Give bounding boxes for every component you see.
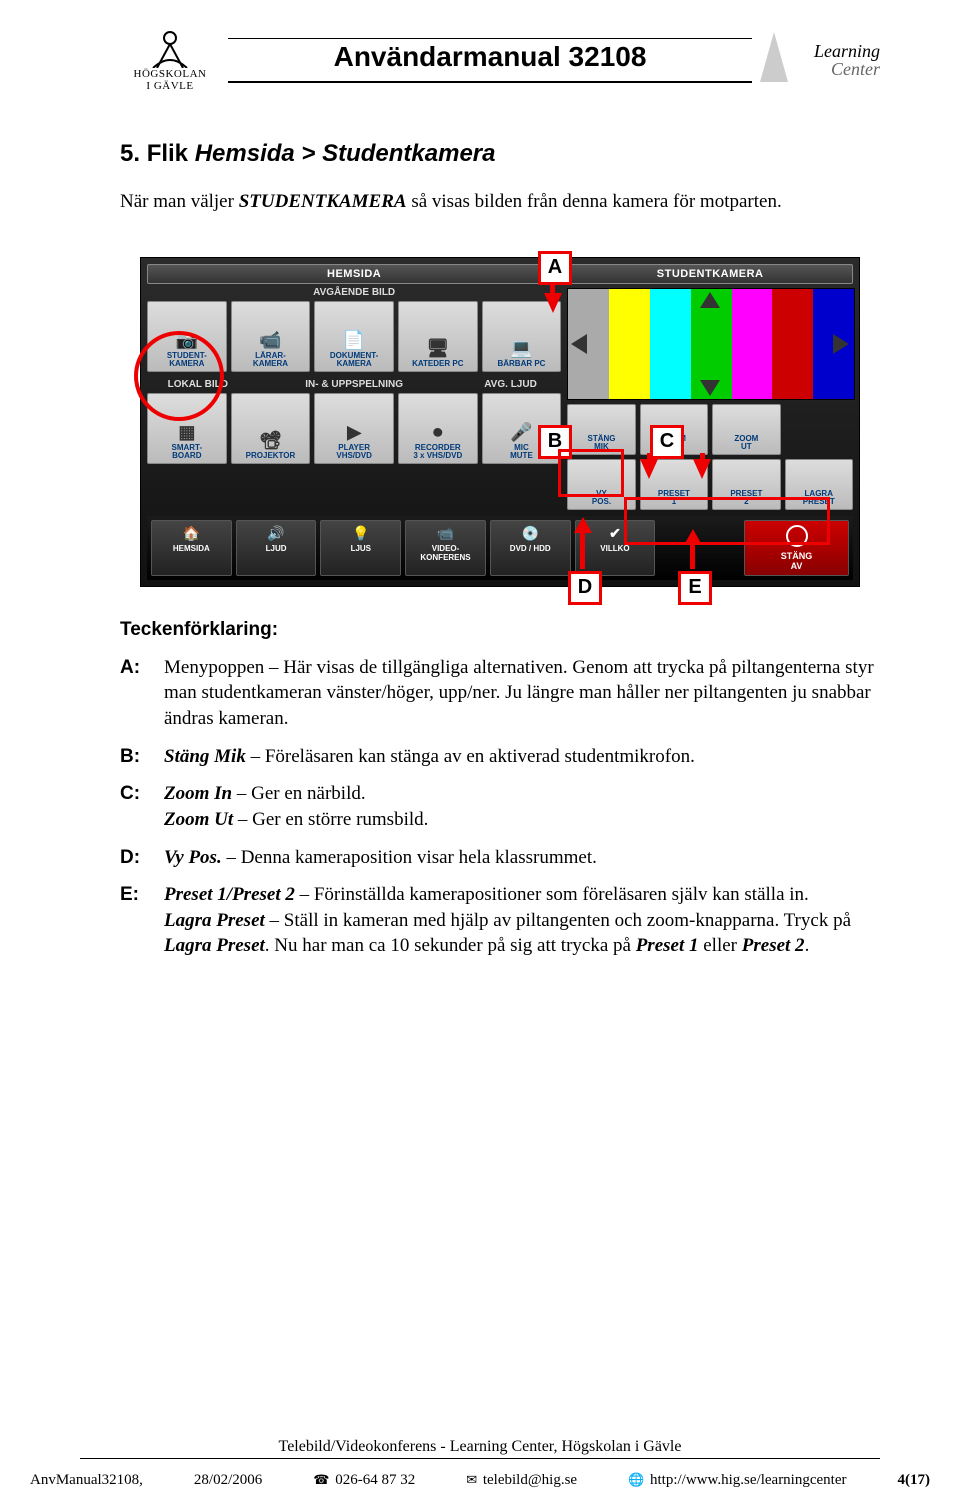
logo-text-2: I GÄVLE: [120, 80, 220, 92]
tab-studentkamera[interactable]: STUDENTKAMERA: [567, 264, 853, 284]
src-btn-1[interactable]: 📹LÄRAR- KAMERA: [231, 301, 311, 372]
legend-title: Teckenförklaring:: [120, 619, 880, 641]
footer-phone: 026-64 87 32: [335, 1472, 415, 1488]
nav-ljus[interactable]: 💡LJUS: [320, 520, 401, 576]
annotation-a: A: [538, 251, 572, 285]
legend-key: D:: [120, 839, 164, 877]
mid-btn-3[interactable]: ⏺RECORDER 3 x VHS/DVD: [398, 393, 478, 464]
mail-icon: ✉: [466, 1472, 477, 1487]
highlight-b: [558, 449, 624, 497]
footer-page: 4(17): [898, 1472, 931, 1489]
legend-table: A:Menypoppen – Här visas de tillgängliga…: [120, 649, 880, 965]
arrow-up-button[interactable]: [700, 292, 720, 308]
nav-hemsida[interactable]: 🏠HEMSIDA: [151, 520, 232, 576]
footer-date: 28/02/2006: [194, 1472, 262, 1489]
annotation-c: C: [650, 425, 684, 459]
legend-key: C:: [120, 775, 164, 838]
doc-header: HÖGSKOLAN I GÄVLE Användarmanual 32108 L…: [120, 20, 880, 100]
legend-text: Menypoppen – Här visas de tillgängliga a…: [164, 649, 880, 738]
highlight-circle: [134, 331, 224, 421]
globe-icon: 🌐: [628, 1472, 644, 1487]
nav-dvd / hdd[interactable]: 💿DVD / HDD: [490, 520, 571, 576]
src-btn-2[interactable]: 📄DOKUMENT- KAMERA: [314, 301, 394, 372]
cam-btn-r1-2[interactable]: ZOOM UT: [712, 404, 780, 455]
arrow-down-button[interactable]: [700, 380, 720, 396]
annotation-e: E: [678, 571, 712, 605]
footer-url: http://www.hig.se/learningcenter: [650, 1472, 846, 1488]
footer-center: Telebild/Videokonferens - Learning Cente…: [80, 1438, 880, 1459]
nav-ljud[interactable]: 🔊LJUD: [236, 520, 317, 576]
doc-title: Användarmanual 32108: [220, 41, 760, 73]
label-avgljud: AVG. LJUD: [460, 376, 562, 393]
src-btn-3[interactable]: 🖥KATEDER PC: [398, 301, 478, 372]
arrow-right-button[interactable]: [833, 334, 849, 354]
label-inupp: IN- & UPPSPELNING: [253, 376, 456, 393]
legend-key: B:: [120, 738, 164, 776]
label-avgaende: AVGÅENDE BILD: [147, 284, 561, 301]
nav-video- konferens[interactable]: 📹VIDEO- KONFERENS: [405, 520, 486, 576]
highlight-e: [624, 497, 830, 545]
legend-key: E:: [120, 876, 164, 965]
phone-icon: ☎: [313, 1472, 329, 1487]
section-title: 5. Flik Hemsida > Studentkamera: [120, 140, 880, 168]
mid-btn-1[interactable]: 📽PROJEKTOR: [231, 393, 311, 464]
footer-row: AnvManual32108, 28/02/2006 ☎ 026-64 87 3…: [30, 1472, 930, 1489]
hogskolan-logo: HÖGSKOLAN I GÄVLE: [120, 28, 220, 92]
legend-text: Zoom In – Ger en närbild.Zoom Ut – Ger e…: [164, 775, 880, 838]
arrow-left-button[interactable]: [571, 334, 587, 354]
legend-text: Preset 1/Preset 2 – Förinställda kamerap…: [164, 876, 880, 965]
legend-text: Stäng Mik – Föreläsaren kan stänga av en…: [164, 738, 880, 776]
learning-center-logo: Learning Center: [760, 42, 880, 78]
logo-text-1: HÖGSKOLAN: [120, 68, 220, 80]
intro-paragraph: När man väljer STUDENTKAMERA så visas bi…: [120, 190, 880, 215]
footer-file: AnvManual32108,: [30, 1472, 143, 1489]
annotated-screenshot: A HEMSIDA AVGÅENDE BILD 📷STUDENT- KAMERA…: [140, 257, 860, 587]
legend-key: A:: [120, 649, 164, 738]
tab-hemsida[interactable]: HEMSIDA: [147, 264, 561, 284]
legend-text: Vy Pos. – Denna kameraposition visar hel…: [164, 839, 880, 877]
mid-btn-2[interactable]: ▶PLAYER VHS/DVD: [314, 393, 394, 464]
footer-email: telebild@hig.se: [483, 1472, 577, 1488]
annotation-d: D: [568, 571, 602, 605]
cam-btn-r1-0[interactable]: STÄNG MIK: [567, 404, 635, 455]
